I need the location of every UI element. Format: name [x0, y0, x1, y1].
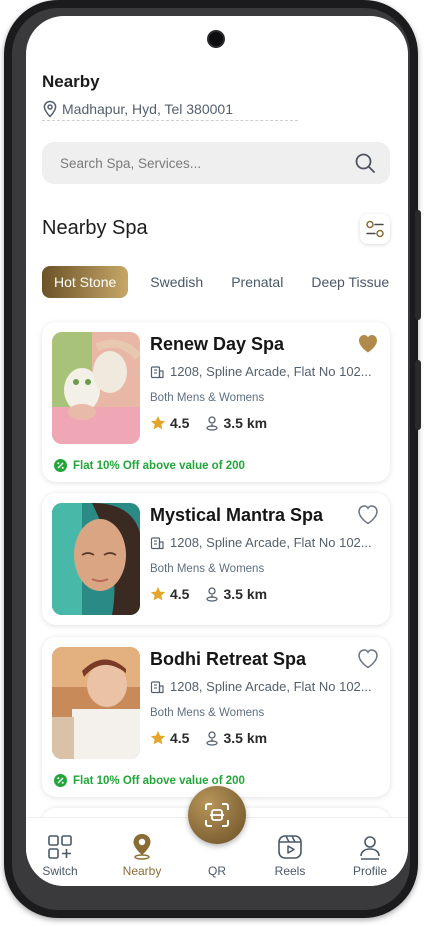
offer-banner: Flat 10% Off above value of 200 — [54, 459, 245, 472]
heart-outline-icon[interactable] — [356, 503, 380, 525]
nav-nearby[interactable]: Nearby — [110, 832, 174, 878]
distance: 3.5 km — [205, 730, 267, 746]
building-icon — [150, 365, 164, 378]
nav-label: QR — [208, 864, 226, 878]
person-pin-icon — [206, 587, 219, 602]
search-bar[interactable] — [42, 142, 390, 184]
offer-text: Flat 10% Off above value of 200 — [73, 459, 245, 472]
spa-address: 1208, Spline Arcade, Flat No 102... — [150, 364, 372, 379]
location-selector[interactable]: Madhapur, Hyd, Tel 380001 — [42, 98, 298, 121]
distance-value: 3.5 km — [223, 586, 268, 602]
rating-value: 4.5 — [170, 415, 190, 431]
spa-address-text: 1208, Spline Arcade, Flat No 102... — [170, 679, 372, 694]
page-title: Nearby — [42, 72, 100, 91]
nav-reels[interactable]: Reels — [258, 832, 322, 878]
star-icon — [150, 587, 166, 601]
nav-label: Nearby — [122, 864, 162, 878]
spa-gender: Both Mens & Womens — [150, 392, 265, 404]
spa-address-text: 1208, Spline Arcade, Flat No 102... — [170, 364, 372, 379]
star-icon — [150, 416, 166, 430]
spa-card[interactable]: Renew Day Spa 1208, Spline Arcade, Flat … — [42, 322, 390, 482]
spa-address-text: 1208, Spline Arcade, Flat No 102... — [170, 535, 372, 550]
nav-label: Profile — [352, 864, 387, 878]
heart-filled-icon[interactable] — [356, 332, 380, 354]
spa-meta: 4.5 3.5 km — [150, 415, 283, 431]
rating: 4.5 — [150, 730, 189, 746]
phone-frame: Nearby Madhapur, Hyd, Tel 380001 Nearby … — [4, 0, 421, 918]
spa-address: 1208, Spline Arcade, Flat No 102... — [150, 679, 372, 694]
spa-card[interactable]: Bodhi Retreat Spa 1208, Spline Arcade, F… — [42, 637, 390, 797]
person-pin-icon — [206, 731, 219, 746]
discount-icon — [54, 459, 67, 472]
rating: 4.5 — [150, 415, 189, 431]
location-text: Madhapur, Hyd, Tel 380001 — [62, 101, 233, 117]
search-icon[interactable] — [354, 152, 376, 174]
location-pin-icon — [133, 834, 151, 860]
category-chip-hot-stone[interactable]: Hot Stone — [42, 266, 129, 298]
nav-profile[interactable]: Profile — [338, 832, 402, 878]
nav-switch[interactable]: Switch — [28, 832, 92, 878]
spa-gender: Both Mens & Womens — [150, 707, 265, 719]
spa-name: Bodhi Retreat Spa — [150, 649, 307, 669]
filter-icon — [366, 220, 384, 238]
nav-label: Switch — [42, 864, 78, 878]
heart-outline-icon[interactable] — [356, 647, 380, 669]
spa-photo — [52, 332, 140, 444]
rating: 4.5 — [150, 586, 189, 602]
spa-meta: 4.5 3.5 km — [150, 730, 283, 746]
category-chip-prenatal[interactable]: Prenatal — [231, 274, 283, 290]
spa-name: Renew Day Spa — [150, 334, 285, 354]
rating-value: 4.5 — [170, 586, 190, 602]
distance: 3.5 km — [205, 415, 267, 431]
spa-name: Mystical Mantra Spa — [150, 505, 324, 525]
nav-label: Reels — [274, 864, 306, 878]
app-screen: Nearby Madhapur, Hyd, Tel 380001 Nearby … — [26, 16, 408, 886]
search-input[interactable] — [58, 154, 352, 172]
qr-scan-icon — [205, 803, 229, 827]
switch-icon — [48, 835, 72, 859]
category-chip-swedish[interactable]: Swedish — [150, 274, 203, 290]
spa-gender: Both Mens & Womens — [150, 563, 265, 575]
distance-value: 3.5 km — [223, 415, 268, 431]
spa-address: 1208, Spline Arcade, Flat No 102... — [150, 535, 372, 550]
building-icon — [150, 536, 164, 549]
nav-qr[interactable]: QR — [185, 864, 249, 878]
spa-photo — [52, 503, 140, 615]
location-pin-icon — [43, 100, 57, 118]
star-icon — [150, 731, 166, 745]
category-chip-deep-tissue[interactable]: Deep Tissue — [311, 274, 389, 290]
filter-button[interactable] — [360, 214, 390, 244]
distance-value: 3.5 km — [223, 730, 268, 746]
bottom-nav: Switch Nearby QR Reels Profile — [26, 786, 408, 886]
distance: 3.5 km — [205, 586, 267, 602]
offer-text: Flat 10% Off above value of 200 — [73, 774, 245, 787]
front-camera — [209, 32, 223, 46]
category-tabs: Hot Stone Swedish Prenatal Deep Tissue — [42, 266, 408, 298]
spa-card[interactable]: Mystical Mantra Spa 1208, Spline Arcade,… — [42, 493, 390, 625]
profile-icon — [360, 836, 380, 860]
discount-icon — [54, 774, 67, 787]
rating-value: 4.5 — [170, 730, 190, 746]
qr-scan-button[interactable] — [188, 786, 246, 844]
section-title: Nearby Spa — [42, 217, 148, 239]
spa-meta: 4.5 3.5 km — [150, 586, 283, 602]
power-button — [415, 360, 421, 430]
person-pin-icon — [206, 416, 219, 431]
volume-button — [415, 210, 421, 320]
reels-icon — [278, 835, 302, 859]
spa-photo — [52, 647, 140, 759]
building-icon — [150, 680, 164, 693]
